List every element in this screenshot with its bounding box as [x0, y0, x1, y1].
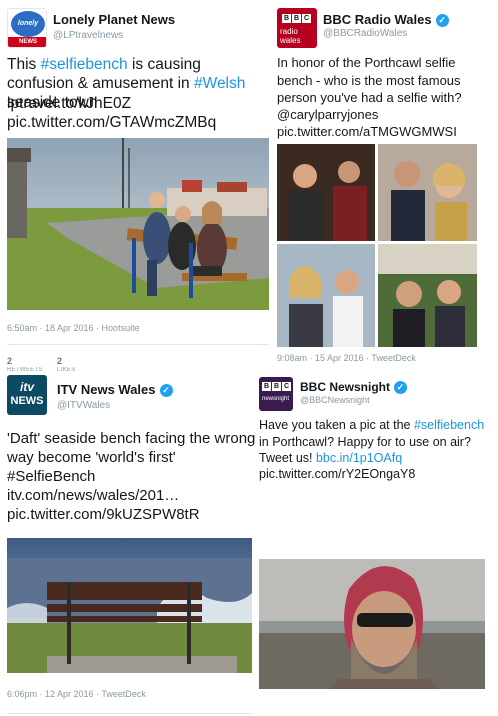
bbc-letter: B — [282, 14, 291, 23]
seaside-bench-photo[interactable] — [7, 538, 252, 673]
bench-photo[interactable] — [7, 138, 269, 310]
user-name[interactable]: ITV News Wales ✓ — [57, 382, 173, 397]
user-name-text: ITV News Wales — [57, 382, 156, 397]
text-part: This — [7, 56, 41, 73]
hashtag-link[interactable]: #SelfieBench — [7, 467, 95, 486]
avatar-subtitle: newsnight — [262, 396, 290, 402]
bbc-logo-icon: B B C — [282, 14, 311, 23]
tweet-text: Have you taken a pic at the #selfiebench… — [259, 417, 485, 467]
retweets-label: RETWEETS — [7, 367, 43, 373]
hashtag-link[interactable]: #Welsh — [194, 75, 245, 92]
lonely-planet-avatar[interactable]: lonely planet NEWS — [7, 8, 47, 48]
pic-link[interactable]: pic.twitter.com/aTMGWGMWSI — [277, 123, 457, 141]
bbc-letter: C — [282, 382, 291, 391]
user-name[interactable]: BBC Newsnight ✓ — [300, 380, 407, 394]
text-part: Have you taken a pic at the — [259, 418, 414, 432]
tweet-bbc-radio-wales: B B C radio wales BBC Radio Wales ✓ @BBCR… — [277, 8, 477, 363]
pic-link[interactable]: pic.twitter.com/GTAWmcZMBq — [7, 113, 216, 132]
pic-link[interactable]: pic.twitter.com/9kUZSPW8tR — [7, 505, 200, 524]
user-name[interactable]: Lonely Planet News — [53, 12, 175, 27]
bench-photo-image — [7, 138, 269, 310]
tweet-bbc-newsnight: B B C newsnight BBC Newsnight ✓ @BBCNewsn… — [259, 377, 485, 689]
verified-icon: ✓ — [159, 384, 173, 397]
hashtag-link[interactable]: #selfiebench — [41, 56, 128, 73]
retweets-count[interactable]: 2 — [7, 356, 12, 366]
selfie-collage-photo[interactable] — [277, 144, 477, 347]
selfie-collage-image — [277, 144, 477, 347]
hashtag-link[interactable]: #selfiebench — [414, 418, 484, 432]
tweet-lonely-planet: lonely planet NEWS Lonely Planet News @L… — [7, 8, 269, 373]
tweet-text: 'Daft' seaside bench facing the wrong wa… — [7, 430, 256, 466]
lonely-planet-logo-icon: lonely planet — [11, 11, 45, 47]
bearded-man-photo[interactable] — [259, 559, 485, 689]
user-name[interactable]: BBC Radio Wales ✓ — [323, 12, 449, 27]
mention-link[interactable]: @carylparryjones — [277, 106, 378, 124]
itv-logo-icon: itv — [19, 380, 34, 394]
bbc-letter: B — [272, 382, 281, 391]
bearded-man-image — [259, 559, 485, 689]
url-link[interactable]: lptravel.to/kJhE0Z — [7, 94, 131, 113]
bbc-radio-wales-avatar[interactable]: B B C radio wales — [277, 8, 317, 48]
url-link[interactable]: bbc.in/1p1OAfq — [316, 451, 402, 465]
divider — [7, 713, 252, 714]
bbc-newsnight-avatar[interactable]: B B C newsnight — [259, 377, 293, 411]
bbc-letter: C — [302, 14, 311, 23]
bbc-letter: B — [262, 382, 271, 391]
tweet-timestamp[interactable]: 6:50am · 18 Apr 2016 · Hootsuite — [7, 323, 140, 333]
itv-news-avatar[interactable]: itv NEWS — [7, 375, 47, 415]
news-bar: NEWS — [8, 37, 46, 47]
seaside-bench-image — [7, 538, 252, 673]
user-handle[interactable]: @ITVWales — [57, 400, 110, 411]
bbc-logo-icon: B B C — [262, 382, 291, 391]
user-name-text: BBC Radio Wales — [323, 12, 432, 27]
verified-icon: ✓ — [394, 381, 407, 394]
divider — [7, 344, 269, 345]
tweet-itv-news-wales: itv NEWS ITV News Wales ✓ @ITVWales 'Daft… — [7, 375, 269, 715]
tweet-timestamp[interactable]: 6:06pm · 12 Apr 2016 · TweetDeck — [7, 689, 146, 699]
likes-count[interactable]: 2 — [57, 356, 62, 366]
url-link[interactable]: itv.com/news/wales/201… — [7, 486, 179, 505]
bbc-letter: B — [292, 14, 301, 23]
likes-label: LIKES — [57, 367, 76, 373]
user-name-text: BBC Newsnight — [300, 380, 390, 394]
tweet-text: In honor of the Porthcawl selfie bench -… — [277, 55, 462, 105]
verified-icon: ✓ — [435, 14, 449, 27]
avatar-subtitle: radio wales — [280, 27, 301, 45]
tweet-timestamp[interactable]: 9:08am · 15 Apr 2016 · TweetDeck — [277, 353, 416, 363]
user-handle[interactable]: @LPtravelnews — [53, 30, 123, 41]
user-handle[interactable]: @BBCNewsnight — [300, 395, 370, 405]
pic-link[interactable]: pic.twitter.com/rY2EOngaY8 — [259, 466, 415, 483]
news-text: NEWS — [10, 395, 44, 407]
user-handle[interactable]: @BBCRadioWales — [323, 28, 407, 39]
